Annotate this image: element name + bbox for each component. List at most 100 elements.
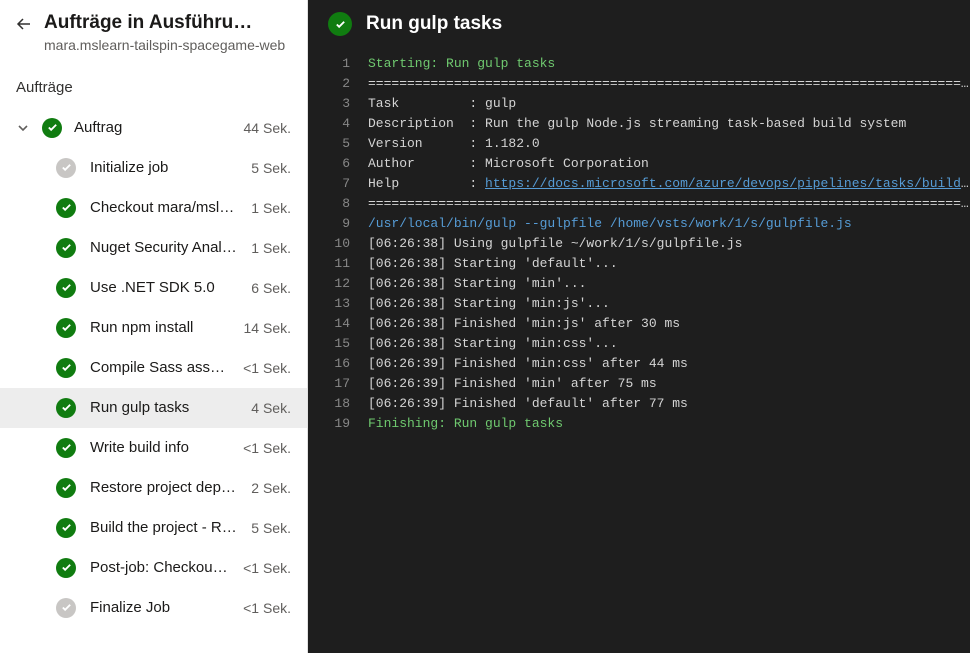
log-text: Finishing: Run gulp tasks — [368, 414, 970, 434]
line-number: 19 — [308, 414, 368, 434]
line-number: 1 — [308, 54, 368, 74]
status-success-icon — [42, 118, 62, 138]
log-text: Description : Run the gulp Node.js strea… — [368, 114, 970, 134]
task-duration: 14 Sek. — [244, 320, 291, 336]
help-link[interactable]: https://docs.microsoft.com/azure/devops/… — [485, 176, 970, 191]
line-number: 9 — [308, 214, 368, 234]
task-label: Run gulp tasks — [90, 399, 237, 416]
status-success-icon — [56, 398, 76, 418]
log-text: [06:26:38] Using gulpfile ~/work/1/s/gul… — [368, 234, 970, 254]
line-number: 4 — [308, 114, 368, 134]
task-duration: 5 Sek. — [251, 160, 291, 176]
task-duration: <1 Sek. — [243, 360, 291, 376]
log-text: Help : https://docs.microsoft.com/azure/… — [368, 174, 970, 194]
task-item[interactable]: Initialize job 5 Sek. — [0, 148, 307, 188]
task-item[interactable]: Run npm install14 Sek. — [0, 308, 307, 348]
task-duration: 6 Sek. — [251, 280, 291, 296]
log-line: 2=======================================… — [308, 74, 970, 94]
line-number: 6 — [308, 154, 368, 174]
log-text: [06:26:38] Starting 'min'... — [368, 274, 970, 294]
line-number: 15 — [308, 334, 368, 354]
log-text: Author : Microsoft Corporation — [368, 154, 970, 174]
log-title: Run gulp tasks — [366, 13, 502, 35]
task-duration: 4 Sek. — [251, 400, 291, 416]
task-label: Compile Sass assets — [90, 359, 229, 376]
back-arrow-icon[interactable] — [16, 16, 32, 32]
log-line: 4Description : Run the gulp Node.js stre… — [308, 114, 970, 134]
log-line: 8=======================================… — [308, 194, 970, 214]
task-item[interactable]: Run gulp tasks 4 Sek. — [0, 388, 307, 428]
task-duration: 1 Sek. — [251, 240, 291, 256]
task-label: Finalize Job — [90, 599, 229, 616]
status-success-icon — [56, 238, 76, 258]
line-number: 16 — [308, 354, 368, 374]
log-text: ========================================… — [368, 194, 970, 214]
log-text: Task : gulp — [368, 94, 970, 114]
log-line: 17[06:26:39] Finished 'min' after 75 ms — [308, 374, 970, 394]
log-line: 9/usr/local/bin/gulp --gulpfile /home/vs… — [308, 214, 970, 234]
status-success-icon — [328, 12, 352, 36]
task-label: Restore project depen… — [90, 479, 237, 496]
line-number: 8 — [308, 194, 368, 214]
line-number: 12 — [308, 274, 368, 294]
task-duration: <1 Sek. — [243, 600, 291, 616]
task-item[interactable]: Post-job: Checkout t…<1 Sek. — [0, 548, 307, 588]
page-title: Aufträge in Ausführu… — [44, 12, 291, 34]
log-text: [06:26:38] Starting 'min:js'... — [368, 294, 970, 314]
line-number: 17 — [308, 374, 368, 394]
task-item[interactable]: Write build info <1 Sek. — [0, 428, 307, 468]
log-line: 13[06:26:38] Starting 'min:js'... — [308, 294, 970, 314]
task-label: Initialize job — [90, 159, 237, 176]
status-success-icon — [56, 558, 76, 578]
line-number: 18 — [308, 394, 368, 414]
job-group-duration: 44 Sek. — [244, 120, 291, 136]
task-label: Write build info — [90, 439, 229, 456]
status-success-icon — [56, 358, 76, 378]
section-label: Aufträge — [0, 69, 307, 108]
job-group-header[interactable]: Auftrag 44 Sek. — [0, 108, 307, 148]
line-number: 10 — [308, 234, 368, 254]
status-neutral-icon — [56, 158, 76, 178]
log-header: Run gulp tasks — [308, 0, 970, 54]
status-success-icon — [56, 478, 76, 498]
sidebar: Aufträge in Ausführu… mara.mslearn-tails… — [0, 0, 308, 653]
task-label: Build the project - Rel… — [90, 519, 237, 536]
status-success-icon — [56, 278, 76, 298]
log-text: /usr/local/bin/gulp --gulpfile /home/vst… — [368, 214, 970, 234]
log-text: [06:26:39] Finished 'min' after 75 ms — [368, 374, 970, 394]
task-item[interactable]: Restore project depen…2 Sek. — [0, 468, 307, 508]
log-line: 6Author : Microsoft Corporation — [308, 154, 970, 174]
task-item[interactable]: Build the project - Rel… 5 Sek. — [0, 508, 307, 548]
job-group-title: Auftrag — [74, 119, 232, 136]
log-line: 7Help : https://docs.microsoft.com/azure… — [308, 174, 970, 194]
line-number: 3 — [308, 94, 368, 114]
task-label: Use .NET SDK 5.0 — [90, 279, 237, 296]
line-number: 13 — [308, 294, 368, 314]
status-success-icon — [56, 438, 76, 458]
log-text: [06:26:39] Finished 'min:css' after 44 m… — [368, 354, 970, 374]
log-line: 16[06:26:39] Finished 'min:css' after 44… — [308, 354, 970, 374]
task-label: Post-job: Checkout t… — [90, 559, 229, 576]
line-number: 7 — [308, 174, 368, 194]
task-item[interactable]: Compile Sass assets <1 Sek. — [0, 348, 307, 388]
task-list: Initialize job 5 Sek. Checkout mara/mslear… — [0, 148, 307, 653]
line-number: 11 — [308, 254, 368, 274]
task-item[interactable]: Use .NET SDK 5.0 6 Sek. — [0, 268, 307, 308]
task-duration: <1 Sek. — [243, 440, 291, 456]
status-success-icon — [56, 518, 76, 538]
line-number: 5 — [308, 134, 368, 154]
log-text: ========================================… — [368, 74, 970, 94]
log-text: [06:26:38] Finished 'min:js' after 30 ms — [368, 314, 970, 334]
task-label: Nuget Security Analysi… — [90, 239, 237, 256]
task-item[interactable]: Finalize Job <1 Sek. — [0, 588, 307, 628]
log-line: 14[06:26:38] Finished 'min:js' after 30 … — [308, 314, 970, 334]
task-item[interactable]: Checkout mara/mslear…1 Sek. — [0, 188, 307, 228]
log-text: [06:26:38] Starting 'default'... — [368, 254, 970, 274]
task-item[interactable]: Nuget Security Analysi… 1 Sek. — [0, 228, 307, 268]
log-line: 11[06:26:38] Starting 'default'... — [308, 254, 970, 274]
log-line: 12[06:26:38] Starting 'min'... — [308, 274, 970, 294]
status-success-icon — [56, 198, 76, 218]
log-body[interactable]: 1Starting: Run gulp tasks2==============… — [308, 54, 970, 653]
task-duration: 5 Sek. — [251, 520, 291, 536]
task-duration: 1 Sek. — [251, 200, 291, 216]
